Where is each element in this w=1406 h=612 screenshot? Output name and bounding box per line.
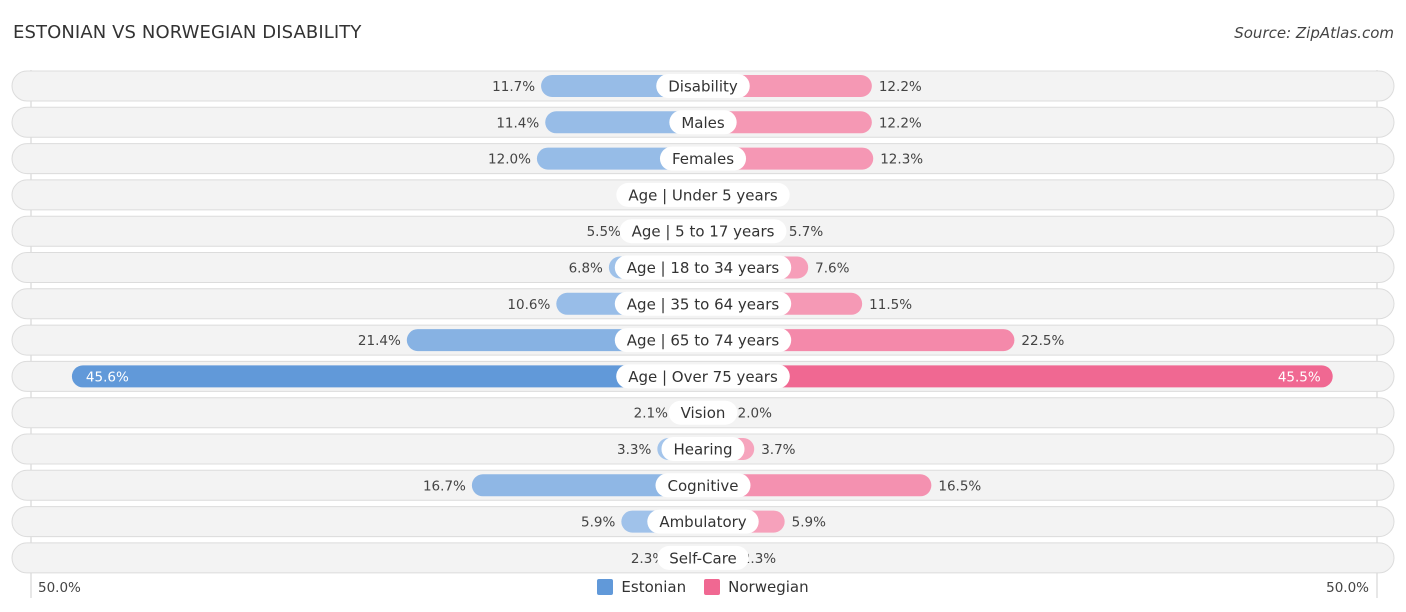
legend-item-norwegian[interactable]: Norwegian <box>704 578 809 596</box>
chart-row: 12.0% 12.3% Females <box>11 143 1395 175</box>
value-label-estonian: 16.7% <box>423 478 466 494</box>
value-label-estonian: 2.1% <box>634 406 668 422</box>
value-label-norwegian: 2.0% <box>738 406 772 422</box>
value-label-estonian: 6.8% <box>569 261 603 277</box>
bar-norwegian[interactable] <box>703 365 1333 388</box>
chart-row: 2.3% 2.3%Self-Care <box>11 542 1395 574</box>
value-label-estonian: 5.5% <box>587 224 621 240</box>
chart-row: 10.6% 11.5% Age | 35 to 64 years <box>11 288 1395 320</box>
legend: Estonian Norwegian <box>0 578 1406 596</box>
value-label-estonian: 11.4% <box>496 115 539 131</box>
category-label: Age | 5 to 17 years <box>632 223 775 241</box>
category-label: Ambulatory <box>659 513 746 531</box>
category-label: Females <box>672 150 734 168</box>
chart-row: 2.1% 2.0% Vision <box>11 397 1395 429</box>
value-label-estonian: 3.3% <box>617 442 651 458</box>
bar-estonian[interactable] <box>71 365 703 388</box>
value-label-estonian: 11.7% <box>492 79 535 95</box>
value-label-estonian: 10.6% <box>507 297 550 313</box>
category-label: Age | 18 to 34 years <box>627 259 780 277</box>
chart-row: 21.4% 22.5% Age | 65 to 74 years <box>11 324 1395 356</box>
chart-row: 11.4% 12.2% Males <box>11 106 1395 138</box>
category-label: Cognitive <box>667 477 738 495</box>
value-label-estonian: 12.0% <box>488 152 531 168</box>
value-label-norwegian: 12.2% <box>879 79 922 95</box>
category-label: Age | 65 to 74 years <box>627 332 780 350</box>
legend-label-estonian: Estonian <box>621 578 687 596</box>
value-label-norwegian: 11.5% <box>869 297 912 313</box>
chart-canvas: 11.7% 12.2% Disability 11.4% 12.2% Males 12.0%… <box>11 70 1395 598</box>
category-label: Age | 35 to 64 years <box>627 295 780 313</box>
category-label: Self-Care <box>669 549 737 567</box>
value-label-norwegian: 7.6% <box>815 261 849 277</box>
value-label-norwegian: 45.5% <box>1278 369 1321 385</box>
value-label-norwegian: 12.2% <box>879 115 922 131</box>
chart-row: 11.7% 12.2% Disability <box>11 70 1395 102</box>
value-label-norwegian: 3.7% <box>761 442 795 458</box>
category-label: Age | Over 75 years <box>628 368 778 386</box>
chart-row: 5.5% 5.7% Age | 5 to 17 years <box>11 215 1395 247</box>
category-label: Disability <box>668 78 738 96</box>
legend-swatch-estonian <box>597 579 614 595</box>
legend-label-norwegian: Norwegian <box>728 578 809 596</box>
legend-item-estonian[interactable]: Estonian <box>597 578 686 596</box>
value-label-norwegian: 5.9% <box>792 515 826 531</box>
value-label-norwegian: 5.7% <box>789 224 823 240</box>
chart-row: 45.6% 45.5% Age | Over 75 years <box>11 360 1395 392</box>
chart-row: 1.5%1.7%Age | Under 5 years <box>11 179 1395 211</box>
legend-swatch-norwegian <box>704 579 721 595</box>
value-label-estonian: 5.9% <box>581 515 615 531</box>
value-label-norwegian: 22.5% <box>1021 333 1064 349</box>
chart-row: 6.8% 7.6% Age | 18 to 34 years <box>11 252 1395 283</box>
category-label: Vision <box>681 404 726 422</box>
category-label: Age | Under 5 years <box>628 186 778 204</box>
value-label-norwegian: 16.5% <box>938 478 981 494</box>
chart-row: 16.7% 16.5% Cognitive <box>11 469 1395 501</box>
value-label-estonian: 45.6% <box>86 369 129 385</box>
category-label: Males <box>681 114 725 132</box>
chart-row: 3.3% 3.7% Hearing <box>11 433 1395 465</box>
chart-row: 5.9% 5.9% Ambulatory <box>11 506 1395 538</box>
value-label-norwegian: 12.3% <box>880 152 923 168</box>
value-label-estonian: 21.4% <box>358 333 401 349</box>
category-label: Hearing <box>673 441 732 459</box>
